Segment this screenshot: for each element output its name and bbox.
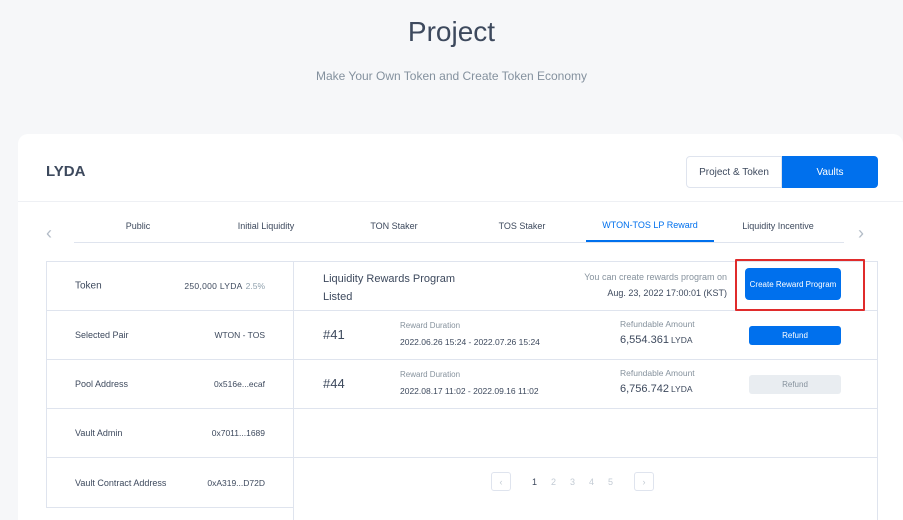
tabs-prev-icon[interactable]: ‹ — [46, 223, 52, 244]
tab-liquidity-incentive[interactable]: Liquidity Incentive — [714, 210, 842, 242]
reward-row: #44 Reward Duration 2022.08.17 11:02 - 2… — [294, 360, 877, 409]
token-amount: 250,000 LYDA — [184, 281, 243, 291]
vault-contract-row: Vault Contract Address 0xA319...D72D — [47, 458, 293, 507]
refund-button[interactable]: Refund — [749, 326, 841, 345]
tab-initial-liquidity[interactable]: Initial Liquidity — [202, 210, 330, 242]
selected-pair-row: Selected Pair WTON - TOS — [47, 311, 293, 360]
amount-unit: LYDA — [670, 384, 693, 394]
create-reward-program-button[interactable]: Create Reward Program — [745, 268, 841, 300]
amount-number: 6,554.361 — [620, 334, 669, 346]
duration-value: 2022.08.17 11:02 - 2022.09.16 11:02 — [400, 386, 539, 396]
vaults-button[interactable]: Vaults — [782, 156, 878, 188]
project-card: LYDA Project & Token Vaults ‹ › Public I… — [18, 134, 903, 520]
vault-tabs: Public Initial Liquidity TON Staker TOS … — [74, 210, 844, 243]
tab-wton-tos-lp-reward[interactable]: WTON-TOS LP Reward — [586, 210, 714, 242]
pool-address-row: Pool Address 0x516e...ecaf — [47, 360, 293, 409]
info-label: Selected Pair — [75, 330, 129, 340]
page-5[interactable]: 5 — [601, 477, 620, 487]
token-percent: 2.5% — [245, 281, 265, 291]
page-4[interactable]: 4 — [582, 477, 601, 487]
info-label: Vault Contract Address — [75, 477, 167, 488]
project-name: LYDA — [46, 163, 86, 180]
duration-label: Reward Duration — [400, 321, 461, 330]
prev-page-icon[interactable]: ‹ — [491, 472, 511, 491]
refund-button-disabled[interactable]: Refund — [749, 375, 841, 394]
pool-address-link[interactable]: 0x516e...ecaf — [214, 379, 265, 389]
rewards-title: Liquidity Rewards Program Listed — [323, 273, 456, 303]
empty-row — [294, 409, 877, 458]
pagination: ‹ 1 2 3 4 5 › — [491, 472, 654, 491]
amount-label: Refundable Amount — [620, 368, 695, 378]
vault-info-table: Token 250,000 LYDA 2.5% Selected Pair WTO… — [46, 261, 294, 508]
vault-contract-link[interactable]: 0xA319...D72D — [207, 478, 265, 488]
rewards-panel: Liquidity Rewards Program Listed You can… — [293, 259, 878, 520]
project-token-button[interactable]: Project & Token — [686, 156, 782, 188]
page-2[interactable]: 2 — [544, 477, 563, 487]
info-value: WTON - TOS — [214, 330, 265, 340]
reward-row: #41 Reward Duration 2022.06.26 15:24 - 2… — [294, 311, 877, 360]
create-date: Aug. 23, 2022 17:00:01 (KST) — [607, 288, 727, 298]
next-page-icon[interactable]: › — [634, 472, 654, 491]
token-label: Token — [75, 280, 102, 292]
tabs-next-icon[interactable]: › — [858, 223, 864, 244]
vault-admin-row: Vault Admin 0x7011...1689 — [47, 409, 293, 458]
info-label: Vault Admin — [75, 428, 123, 438]
amount-number: 6,756.742 — [620, 383, 669, 395]
program-id: #44 — [323, 376, 345, 391]
rewards-header: Liquidity Rewards Program Listed You can… — [294, 259, 877, 311]
create-note: You can create rewards program on Aug. 2… — [584, 269, 727, 301]
tab-tos-staker[interactable]: TOS Staker — [458, 210, 586, 242]
tab-ton-staker[interactable]: TON Staker — [330, 210, 458, 242]
page-1[interactable]: 1 — [525, 477, 544, 487]
page-3[interactable]: 3 — [563, 477, 582, 487]
vault-admin-link[interactable]: 0x7011...1689 — [212, 428, 265, 438]
view-toggle: Project & Token Vaults — [686, 156, 878, 188]
amount-value: 6,756.742 LYDA — [620, 383, 693, 395]
info-label: Pool Address — [75, 379, 129, 389]
duration-value: 2022.06.26 15:24 - 2022.07.26 15:24 — [400, 337, 540, 347]
amount-label: Refundable Amount — [620, 319, 695, 329]
duration-label: Reward Duration — [400, 370, 461, 379]
page-subtitle: Make Your Own Token and Create Token Eco… — [315, 69, 588, 83]
header-divider — [18, 201, 903, 202]
token-value: 250,000 LYDA 2.5% — [184, 281, 265, 291]
amount-value: 6,554.361 LYDA — [620, 334, 693, 346]
create-note-text: You can create rewards program on — [584, 272, 727, 282]
token-row: Token 250,000 LYDA 2.5% — [47, 262, 293, 311]
page-title: Project — [407, 16, 496, 47]
tab-public[interactable]: Public — [74, 210, 202, 242]
program-id: #41 — [323, 327, 345, 342]
amount-unit: LYDA — [670, 335, 693, 345]
